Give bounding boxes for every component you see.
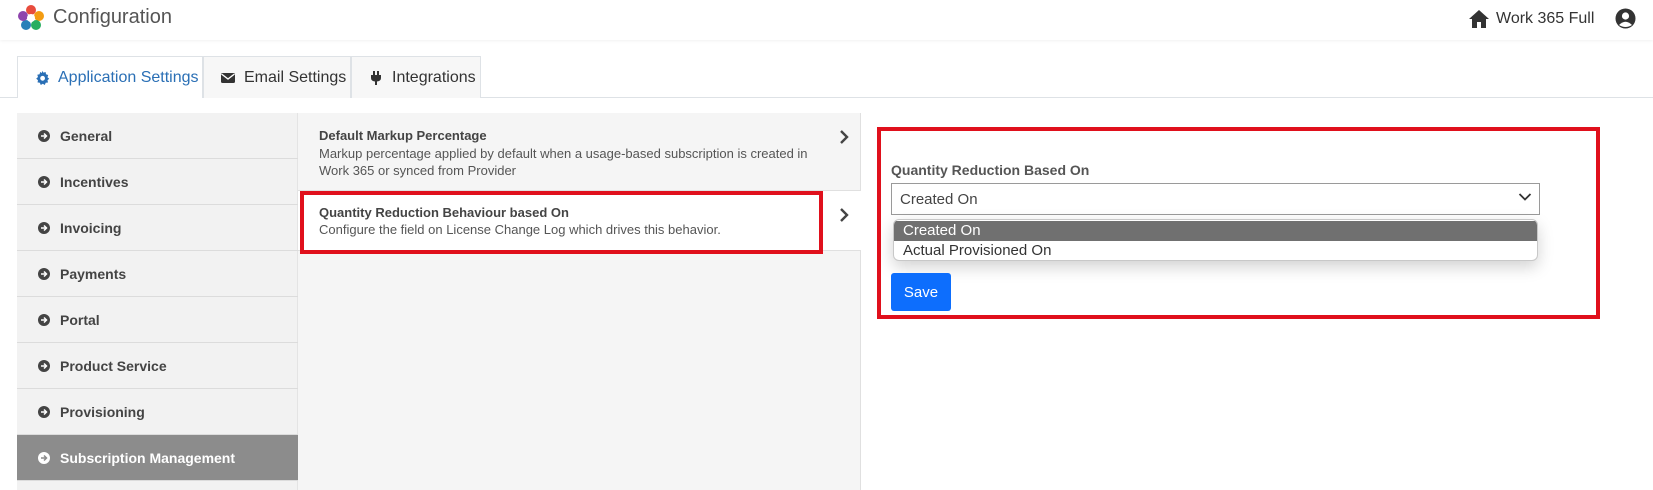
setting-item-default-markup[interactable]: Default Markup Percentage Markup percent…	[298, 113, 861, 191]
setting-title: Default Markup Percentage	[319, 128, 487, 143]
tab-email-settings[interactable]: Email Settings	[203, 56, 351, 98]
select-dropdown-menu: Created On Actual Provisioned On	[893, 219, 1538, 261]
home-icon[interactable]	[1468, 9, 1490, 29]
sidebar-item-label: Payments	[60, 265, 127, 282]
envelope-icon	[221, 72, 235, 83]
settings-list: Default Markup Percentage Markup percent…	[298, 113, 861, 490]
arrow-circle-right-icon	[38, 451, 50, 464]
tab-application-settings[interactable]: Application Settings	[17, 56, 203, 98]
sidebar-item-label: General	[60, 127, 113, 144]
chevron-down-icon[interactable]	[1518, 192, 1532, 202]
arrow-circle-right-icon	[38, 313, 50, 326]
tab-label: Email Settings	[244, 68, 347, 86]
sidebar-item-label: Provisioning	[60, 403, 145, 420]
sidebar-item-label: Portal	[60, 311, 100, 328]
sidebar-item-incentives[interactable]: Incentives	[17, 159, 298, 205]
arrow-circle-right-icon	[38, 405, 50, 418]
user-account-icon[interactable]	[1615, 8, 1636, 29]
arrow-circle-right-icon	[38, 359, 50, 372]
sidebar-item-label: Incentives	[60, 173, 129, 190]
tab-integrations[interactable]: Integrations	[351, 56, 481, 98]
setting-description: Markup percentage applied by default whe…	[319, 146, 808, 178]
sidebar-item-label: Product Service	[60, 357, 167, 374]
sidebar-item-payments[interactable]: Payments	[17, 251, 298, 297]
chevron-right-icon	[840, 130, 849, 144]
sidebar-item-invoicing[interactable]: Invoicing	[17, 205, 298, 251]
sidebar-item-product-service[interactable]: Product Service	[17, 343, 298, 389]
setting-description: Configure the field on License Change Lo…	[319, 222, 721, 237]
top-bar: Configuration Work 365 Full	[0, 0, 1653, 40]
tab-label: Application Settings	[58, 68, 199, 86]
select-value: Created On	[900, 191, 978, 208]
chevron-right-icon	[840, 208, 849, 222]
sidebar-item-subscription-management[interactable]: Subscription Management	[17, 435, 298, 481]
arrow-circle-right-icon	[38, 129, 50, 142]
save-button[interactable]: Save	[891, 273, 951, 311]
org-name[interactable]: Work 365 Full	[1496, 10, 1594, 28]
tab-label: Integrations	[392, 68, 476, 86]
arrow-circle-right-icon	[38, 221, 50, 234]
gear-icon	[36, 70, 50, 85]
sidebar-item-general[interactable]: General	[17, 113, 298, 159]
option-actual-provisioned-on[interactable]: Actual Provisioned On	[894, 241, 1537, 260]
sidebar-item-label: Invoicing	[60, 219, 122, 236]
option-created-on[interactable]: Created On	[894, 221, 1537, 241]
arrow-circle-right-icon	[38, 175, 50, 188]
quantity-reduction-select[interactable]: Created On	[891, 183, 1540, 215]
sidebar-item-portal[interactable]: Portal	[17, 297, 298, 343]
setting-title: Quantity Reduction Behaviour based On	[319, 205, 569, 220]
setting-item-quantity-reduction[interactable]: Quantity Reduction Behaviour based On Co…	[298, 191, 861, 251]
plug-icon	[371, 70, 381, 85]
settings-sidebar: General Incentives Invoicing Payments Po…	[17, 113, 298, 490]
arrow-circle-right-icon	[38, 267, 50, 280]
app-logo-icon[interactable]	[17, 4, 45, 32]
page-title: Configuration	[53, 6, 172, 28]
sidebar-item-label: Subscription Management	[60, 449, 236, 466]
sidebar-item-provisioning[interactable]: Provisioning	[17, 389, 298, 435]
quantity-reduction-label: Quantity Reduction Based On	[891, 162, 1090, 178]
